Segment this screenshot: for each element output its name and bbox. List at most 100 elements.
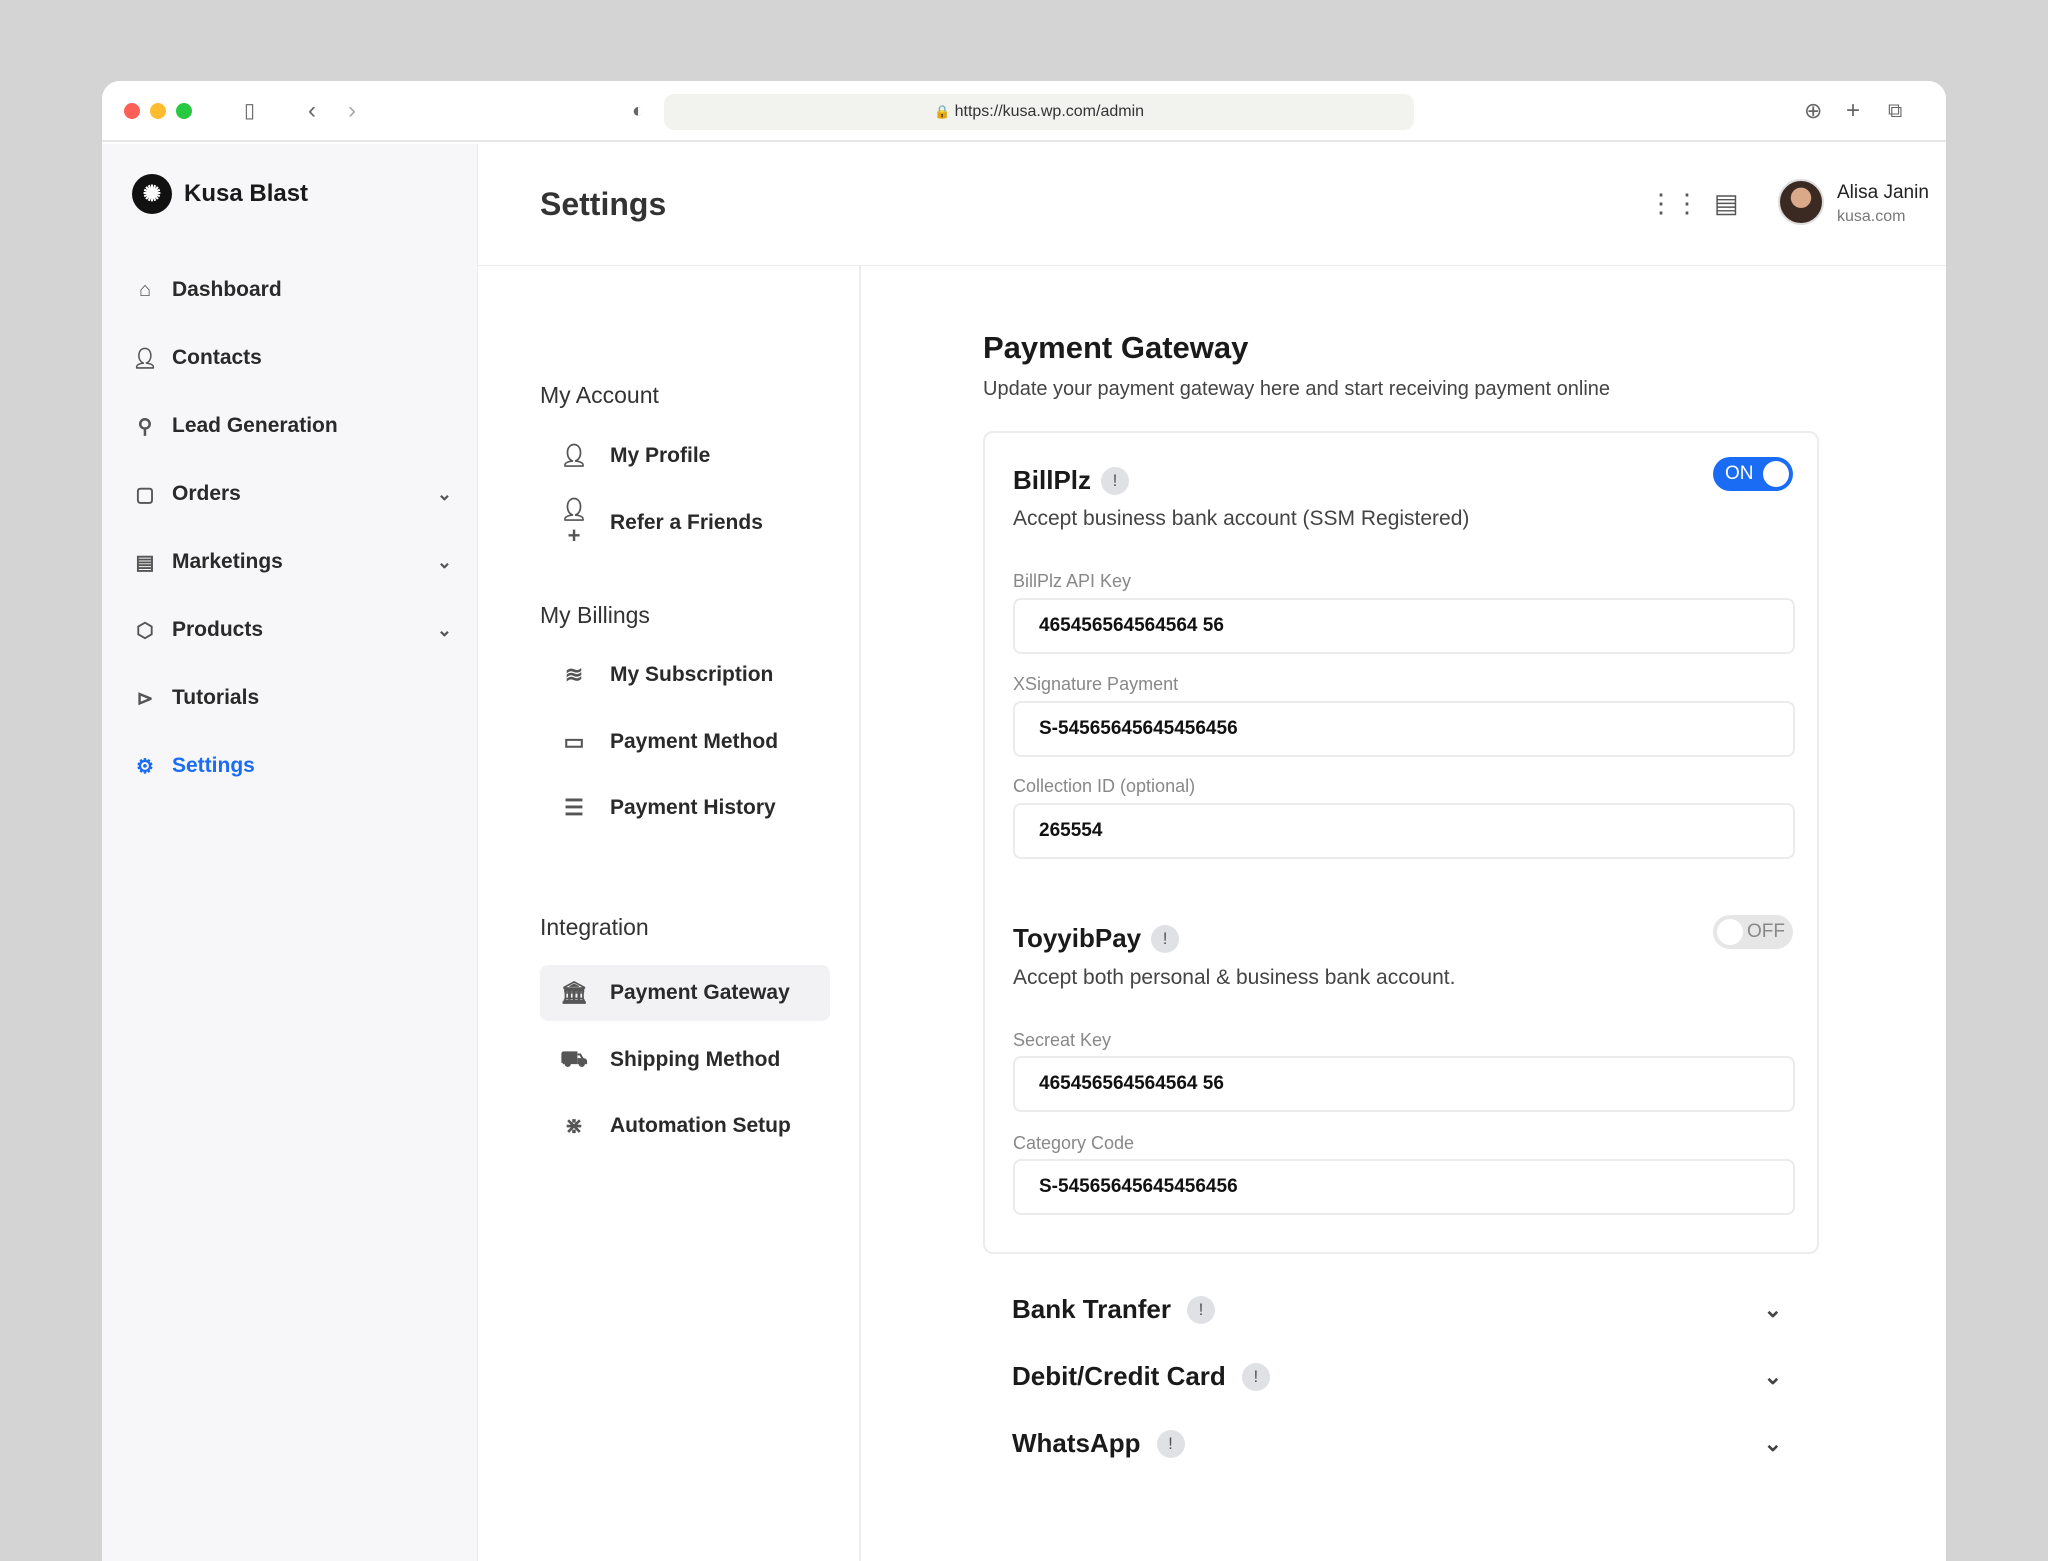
minimize-window-button[interactable]: [150, 103, 166, 119]
sidebar-item-label: Lead Generation: [172, 414, 338, 438]
sidebar-item-lead-generation[interactable]: ⚲Lead Generation: [132, 392, 452, 460]
box-icon: ⬡: [132, 618, 158, 643]
subnav-item-refer-friends[interactable]: 👤︎+ Refer a Friends: [540, 495, 830, 551]
subnav-item-automation-setup[interactable]: ⋇ Automation Setup: [540, 1098, 830, 1154]
toyyibpay-toggle[interactable]: OFF: [1713, 915, 1793, 949]
subnav-item-label: Automation Setup: [610, 1114, 791, 1138]
user-icon: 👤︎: [132, 346, 158, 371]
chevron-down-icon[interactable]: ⌄: [1764, 1431, 1782, 1457]
brand-name: Kusa Blast: [184, 180, 308, 208]
subnav-item-my-subscription[interactable]: ≋My Subscription: [540, 647, 830, 703]
chevron-down-icon[interactable]: ⌄: [437, 484, 452, 505]
secret-key-input[interactable]: 465456564564564 56: [1013, 1056, 1795, 1112]
info-icon[interactable]: !: [1187, 1296, 1215, 1324]
sidebar: ✺ Kusa Blast ⌂Dashboard 👤︎Contacts ⚲Lead…: [102, 144, 478, 1561]
sidebar-item-marketings[interactable]: ▤ Marketings ⌄: [132, 528, 452, 596]
user-email: kusa.com: [1837, 208, 1905, 226]
subnav-item-label: Payment History: [610, 796, 776, 820]
gear-icon: ⚙: [132, 754, 158, 779]
chevron-down-icon[interactable]: ⌄: [1764, 1297, 1782, 1323]
subnav-item-my-profile[interactable]: 👤︎My Profile: [540, 428, 830, 484]
subnav-item-label: Refer a Friends: [610, 511, 763, 535]
download-icon[interactable]: ⊕: [1804, 97, 1822, 125]
accordion-debit-credit-card[interactable]: Debit/Credit Card! ⌄: [1012, 1361, 1782, 1392]
field-label: Collection ID (optional): [1013, 776, 1195, 797]
url-text: https://kusa.wp.com/admin: [955, 103, 1144, 120]
gateway-name-text: BillPlz: [1013, 465, 1091, 496]
sidebar-item-contacts[interactable]: 👤︎Contacts: [132, 324, 452, 392]
content-header: Payment Gateway Update your payment gate…: [983, 330, 1823, 401]
category-code-input[interactable]: S-54565645645456456: [1013, 1159, 1795, 1215]
gateway-description: Accept both personal & business bank acc…: [1013, 966, 1455, 990]
page-title: Settings: [540, 186, 666, 223]
sidebar-item-label: Tutorials: [172, 686, 259, 710]
billplz-api-key-input[interactable]: 465456564564564 56: [1013, 598, 1795, 654]
xsignature-input[interactable]: S-54565645645456456: [1013, 701, 1795, 757]
subnav-item-payment-method[interactable]: ▭Payment Method: [540, 714, 830, 770]
info-icon[interactable]: !: [1157, 1430, 1185, 1458]
tabs-overview-icon[interactable]: ⧉: [1888, 97, 1902, 125]
apps-grid-icon[interactable]: ⋮⋮: [1648, 188, 1700, 219]
subnav-item-label: Payment Gateway: [610, 981, 790, 1005]
info-icon[interactable]: !: [1151, 925, 1179, 953]
shield-icon[interactable]: ◐: [632, 97, 644, 125]
close-window-button[interactable]: [124, 103, 140, 119]
list-icon: ☰: [556, 795, 592, 821]
section-heading: Payment Gateway: [983, 330, 1823, 366]
info-icon[interactable]: !: [1242, 1363, 1270, 1391]
section-title: My Account: [540, 382, 659, 409]
field-label: BillPlz API Key: [1013, 571, 1131, 592]
browser-titlebar: ▯ ‹ › ◐ 🔒 https://kusa.wp.com/admin ⊕ + …: [102, 81, 1946, 142]
user-name: Alisa Janin: [1837, 182, 1929, 204]
sidebar-item-settings[interactable]: ⚙ Settings: [132, 732, 452, 800]
billplz-toggle[interactable]: ON: [1713, 457, 1793, 491]
info-icon[interactable]: !: [1101, 467, 1129, 495]
page-header: Settings ⋮⋮ ▤ Alisa Janin kusa.com ⌄: [478, 144, 1946, 266]
address-bar[interactable]: 🔒 https://kusa.wp.com/admin: [664, 94, 1414, 130]
forward-icon[interactable]: ›: [348, 97, 356, 125]
bag-icon: ▢: [132, 482, 158, 507]
sidebar-item-label: Products: [172, 618, 263, 642]
accordion-title: WhatsApp: [1012, 1428, 1141, 1459]
chevron-down-icon[interactable]: ⌄: [1764, 1364, 1782, 1390]
maximize-window-button[interactable]: [176, 103, 192, 119]
subnav-item-label: My Profile: [610, 444, 710, 468]
sidebar-item-orders[interactable]: ▢Orders⌄: [132, 460, 452, 528]
brand-mark-icon: ✺: [132, 174, 172, 214]
marketing-icon: ▤: [132, 550, 158, 575]
gateway-name-text: ToyyibPay: [1013, 923, 1141, 954]
subnav-item-payment-history[interactable]: ☰ Payment History: [540, 780, 830, 836]
sidebar-item-products[interactable]: ⬡ Products ⌄: [132, 596, 452, 664]
back-icon[interactable]: ‹: [308, 97, 316, 125]
new-tab-icon[interactable]: +: [1846, 97, 1860, 125]
sidebar-item-dashboard[interactable]: ⌂Dashboard: [132, 256, 452, 324]
gateway-description: Accept business bank account (SSM Regist…: [1013, 507, 1469, 531]
field-label: Category Code: [1013, 1133, 1134, 1154]
sidebar-item-label: Marketings: [172, 550, 283, 574]
accordion-title: Debit/Credit Card: [1012, 1361, 1226, 1392]
sidebar-nav: ⌂Dashboard 👤︎Contacts ⚲Lead Generation ▢…: [132, 256, 452, 800]
section-title: Integration: [540, 914, 649, 941]
field-label: XSignature Payment: [1013, 674, 1178, 695]
avatar[interactable]: [1778, 179, 1824, 225]
lock-icon: 🔒: [934, 104, 950, 119]
subnav-item-payment-gateway[interactable]: 🏛︎ Payment Gateway: [540, 965, 830, 1021]
automation-icon: ⋇: [556, 1113, 592, 1139]
chevron-down-icon[interactable]: ⌄: [437, 620, 452, 641]
bank-icon: 🏛︎: [556, 980, 592, 1006]
brand-logo[interactable]: ✺ Kusa Blast: [132, 174, 308, 214]
accordion-whatsapp[interactable]: WhatsApp! ⌄: [1012, 1428, 1782, 1459]
sidebar-item-label: Dashboard: [172, 278, 282, 302]
chevron-down-icon[interactable]: ⌄: [437, 552, 452, 573]
sidebar-toggle-icon[interactable]: ▯: [244, 97, 255, 125]
section-description: Update your payment gateway here and sta…: [983, 378, 1823, 401]
user-plus-icon: 👤︎+: [556, 497, 592, 549]
sidebar-item-tutorials[interactable]: ⊳Tutorials: [132, 664, 452, 732]
notes-icon[interactable]: ▤: [1714, 188, 1739, 219]
truck-icon: ⛟: [556, 1046, 592, 1075]
sidebar-item-label: Settings: [172, 754, 255, 778]
collection-id-input[interactable]: 265554: [1013, 803, 1795, 859]
accordion-bank-transfer[interactable]: Bank Tranfer!⌄: [1012, 1294, 1782, 1325]
subnav-item-label: Shipping Method: [610, 1048, 780, 1072]
subnav-item-shipping-method[interactable]: ⛟ Shipping Method: [540, 1032, 830, 1088]
